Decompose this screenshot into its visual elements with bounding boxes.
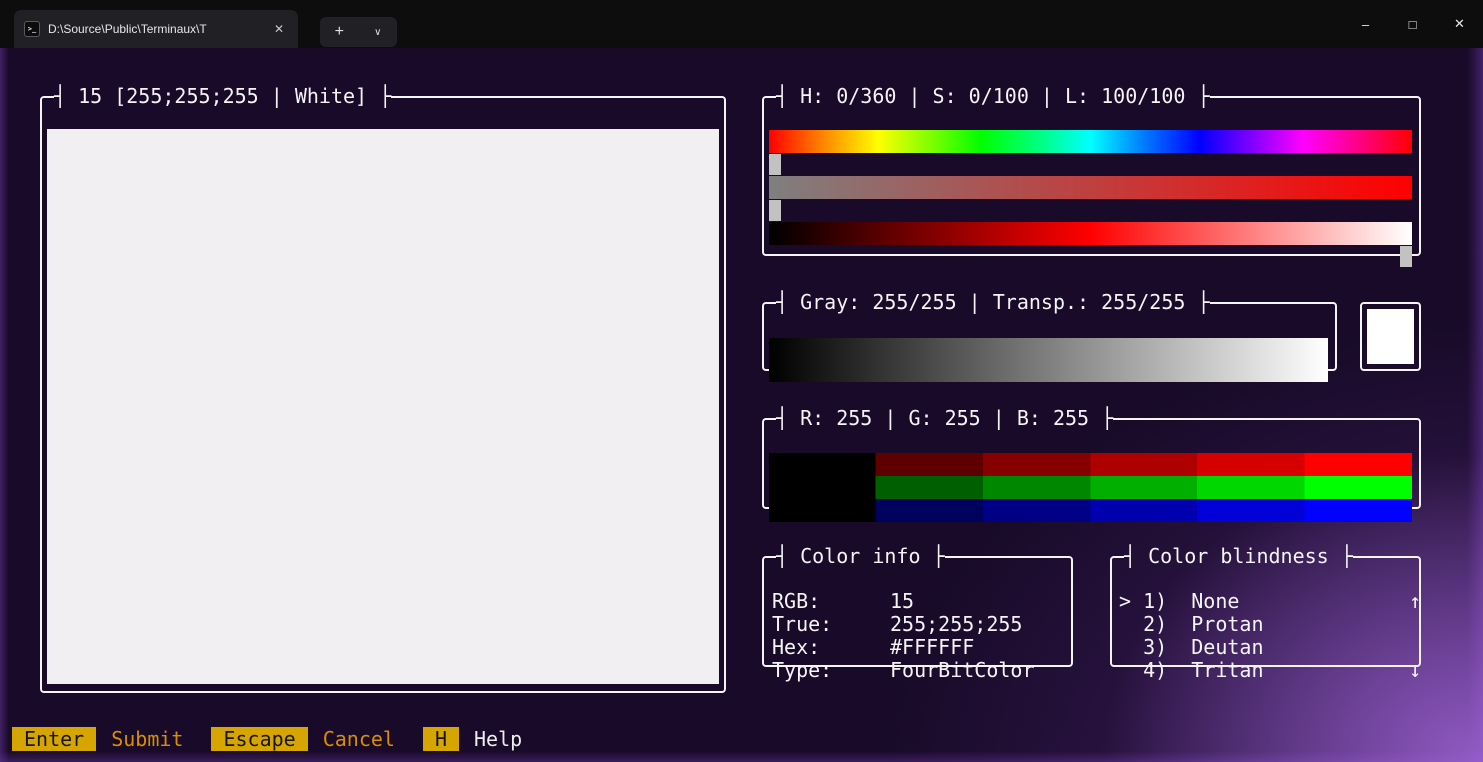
lightness-slider-bar[interactable] [769,222,1412,245]
chevron-down-icon[interactable]: ∨ [359,17,398,47]
arrow-up-icon[interactable]: ↑ [1409,590,1421,613]
close-button[interactable]: ✕ [1436,0,1483,48]
rgb-sliders-box: R: 255 | G: 255 | B: 255 [762,407,1421,509]
lightness-slider-track[interactable] [769,245,1412,268]
tab-title: D:\Source\Public\Terminaux\T [48,22,262,36]
window-controls: – □ ✕ [1342,0,1483,48]
tab-close-icon[interactable]: ✕ [270,20,288,38]
list-item-tritan[interactable]: 4) Tritan [1119,659,1395,682]
current-color-swatch [1367,309,1414,364]
color-preview-area [47,129,719,684]
h-key-badge[interactable]: H [423,727,459,751]
current-color-swatch-box [1360,302,1421,371]
rgb-title: R: 255 | G: 255 | B: 255 [776,407,1113,430]
arrow-down-icon[interactable]: ↓ [1409,659,1421,682]
new-tab-group: + ∨ [320,17,397,47]
submit-action-label: Submit [111,727,183,751]
new-tab-button[interactable]: + [320,17,359,47]
minimize-button[interactable]: – [1342,0,1389,48]
info-row-true: True:255;255;255 [772,613,1067,636]
saturation-slider-bar[interactable] [769,176,1412,199]
keybinding-submit[interactable]: Enter Submit [12,727,183,751]
hsl-sliders-box: H: 0/360 | S: 0/100 | L: 100/100 [762,85,1421,256]
escape-key-badge[interactable]: Escape [211,727,307,751]
help-action-label: Help [474,727,522,751]
info-row-type: Type:FourBitColor [772,659,1067,682]
red-slider-bar[interactable] [769,453,1412,476]
terminal-tab[interactable]: >_ D:\Source\Public\Terminaux\T ✕ [14,10,298,48]
keybinding-help[interactable]: H Help [423,727,522,751]
color-info-box: Color info RGB:15 True:255;255;255 Hex:#… [762,545,1073,667]
terminal-window: >_ D:\Source\Public\Terminaux\T ✕ + ∨ – … [0,0,1483,762]
saturation-slider-handle[interactable] [769,200,781,221]
color-info-rows: RGB:15 True:255;255;255 Hex:#FFFFFF Type… [772,590,1067,682]
hue-slider-track[interactable] [769,153,1412,176]
info-row-rgb: RGB:15 [772,590,1067,613]
enter-key-badge[interactable]: Enter [12,727,96,751]
blue-slider-bar[interactable] [769,499,1412,522]
color-blindness-list: > 1) None 2) Protan 3) Deutan 4) Tritan [1119,590,1395,682]
hue-slider-handle[interactable] [769,154,781,175]
terminal-screen: 15 [255;255;255 | White] H: 0/360 | S: 0… [0,48,1483,762]
terminal-icon: >_ [24,21,40,37]
color-preview-title: 15 [255;255;255 | White] [54,85,391,108]
gray-transparency-box: Gray: 255/255 | Transp.: 255/255 [762,291,1337,371]
cancel-action-label: Cancel [323,727,395,751]
hsl-title: H: 0/360 | S: 0/100 | L: 100/100 [776,85,1210,108]
color-info-title: Color info [776,545,945,568]
color-blindness-box: Color blindness > 1) None 2) Protan 3) D… [1110,545,1421,667]
list-item-none[interactable]: > 1) None [1119,590,1395,613]
saturation-slider-track[interactable] [769,199,1412,222]
maximize-button[interactable]: □ [1389,0,1436,48]
lightness-slider-handle[interactable] [1400,246,1412,267]
color-preview-box: 15 [255;255;255 | White] [40,85,726,693]
keybinding-cancel[interactable]: Escape Cancel [211,727,395,751]
info-row-hex: Hex:#FFFFFF [772,636,1067,659]
gray-slider-bar[interactable] [769,338,1328,360]
transparency-slider-bar[interactable] [769,360,1328,382]
color-blindness-title: Color blindness [1124,545,1353,568]
hue-slider-bar[interactable] [769,130,1412,153]
list-item-protan[interactable]: 2) Protan [1119,613,1395,636]
green-slider-bar[interactable] [769,476,1412,499]
list-item-deutan[interactable]: 3) Deutan [1119,636,1395,659]
gray-transparency-title: Gray: 255/255 | Transp.: 255/255 [776,291,1210,314]
titlebar[interactable]: >_ D:\Source\Public\Terminaux\T ✕ + ∨ – … [0,0,1483,48]
keybindings-bar: Enter Submit Escape Cancel H Help [12,727,522,751]
